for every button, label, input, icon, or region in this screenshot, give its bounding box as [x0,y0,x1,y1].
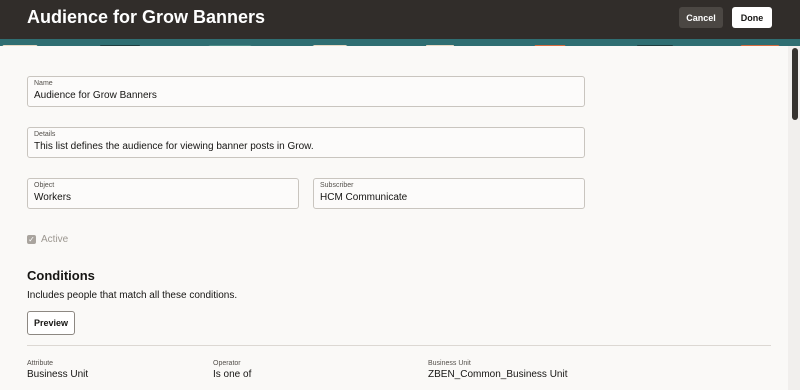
name-input[interactable] [34,90,578,101]
operator-column-header: Operator [213,360,241,367]
object-input[interactable] [34,192,292,203]
conditions-heading: Conditions [27,268,95,283]
preview-button[interactable]: Preview [27,311,75,335]
scrollbar-thumb[interactable] [792,48,798,120]
page-header: Audience for Grow Banners Cancel Done [0,0,800,39]
subscriber-field[interactable]: Subscriber [313,178,585,209]
done-button[interactable]: Done [732,7,772,28]
name-label: Name [34,80,53,87]
cancel-button[interactable]: Cancel [679,7,723,28]
decorative-banner [0,39,800,46]
object-field[interactable]: Object [27,178,299,209]
details-field[interactable]: Details [27,127,585,158]
operator-value: Is one of [213,369,252,380]
name-field[interactable]: Name [27,76,585,107]
attribute-column-header: Attribute [27,360,54,367]
details-label: Details [34,131,56,138]
active-label: Active [41,234,69,245]
conditions-description: Includes people that match all these con… [27,290,238,301]
attribute-value: Business Unit [27,369,89,380]
subscriber-label: Subscriber [320,182,354,189]
page-title: Audience for Grow Banners [27,7,266,27]
details-input[interactable] [34,141,578,152]
checkmark-icon[interactable]: ✓ [27,235,36,244]
conditions-divider [27,345,771,346]
business-unit-value: ZBEN_Common_Business Unit [428,369,568,380]
object-label: Object [34,182,55,189]
subscriber-input[interactable] [320,192,578,203]
business-unit-column-header: Business Unit [428,360,471,367]
